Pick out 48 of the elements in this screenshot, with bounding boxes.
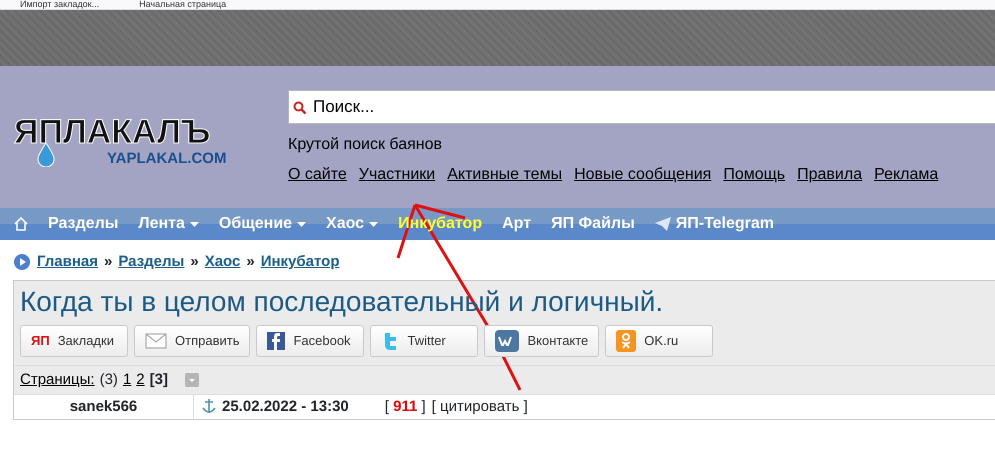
home-icon[interactable] xyxy=(14,217,28,231)
breadcrumb-link[interactable]: Инкубатор xyxy=(260,252,340,272)
breadcrumb-link[interactable]: Главная xyxy=(37,252,98,272)
ok-icon xyxy=(616,330,636,352)
breadcrumb-link[interactable]: Хаос xyxy=(204,252,240,272)
dropdown-icon[interactable] xyxy=(184,373,199,387)
header-link[interactable]: Правила xyxy=(797,163,862,187)
header-link[interactable]: Активные темы xyxy=(447,163,562,187)
quote-link[interactable]: [ цитировать ] xyxy=(432,398,528,416)
header-link[interactable]: Участники xyxy=(358,163,436,187)
share-button[interactable]: ЯП Закладки xyxy=(20,325,128,357)
header-link[interactable]: О сайте xyxy=(288,163,347,187)
page-link[interactable]: 2 xyxy=(136,370,145,390)
share-button[interactable]: Отправить xyxy=(134,325,250,357)
caret-icon xyxy=(190,222,199,226)
caret-icon xyxy=(297,222,306,226)
page-link[interactable]: 1 xyxy=(122,370,132,390)
search-icon xyxy=(293,101,307,115)
header-link[interactable]: Реклама xyxy=(874,163,938,187)
post-rating: [ 911 ] xyxy=(384,398,426,416)
share-button[interactable]: Twitter xyxy=(370,325,478,357)
page-count: (3) xyxy=(100,370,118,390)
bookmark-item[interactable]: Импорт закладок... xyxy=(20,0,100,9)
caret-icon xyxy=(369,222,378,226)
envelope-icon xyxy=(145,333,167,349)
share-button[interactable]: OK.ru xyxy=(605,325,714,357)
logo-icon: ЯП xyxy=(31,331,50,351)
search-caption: Крутой поиск баянов xyxy=(288,135,444,155)
logo-drawing[interactable]: ЯПЛАКАЛЪ YAPLAKAL.COM xyxy=(12,107,248,167)
breadcrumb-separator: » xyxy=(104,252,112,272)
current-page: [3] xyxy=(150,370,168,390)
paper-plane-icon xyxy=(654,217,671,231)
share-button[interactable]: Вконтакте xyxy=(484,325,600,357)
anchor-icon xyxy=(202,398,216,414)
breadcrumb-separator: » xyxy=(246,252,255,272)
bookmark-item[interactable]: Начальная страница xyxy=(139,0,226,9)
pages-label[interactable]: Страницы: xyxy=(20,370,95,390)
vk-icon xyxy=(495,330,520,352)
breadcrumb-link[interactable]: Разделы xyxy=(118,252,184,272)
breadcrumb-separator: » xyxy=(190,252,199,272)
header-link[interactable]: Новые сообщения xyxy=(574,163,712,187)
post-author[interactable]: sanek566 xyxy=(14,395,194,419)
header-link[interactable]: Помощь xyxy=(723,163,786,187)
facebook-icon xyxy=(267,332,286,350)
search-field[interactable]: Поиск... xyxy=(288,90,995,124)
share-button[interactable]: Facebook xyxy=(256,325,364,357)
play-circle-icon xyxy=(13,253,31,271)
post-date: 25.02.2022 - 13:30 xyxy=(222,398,349,416)
